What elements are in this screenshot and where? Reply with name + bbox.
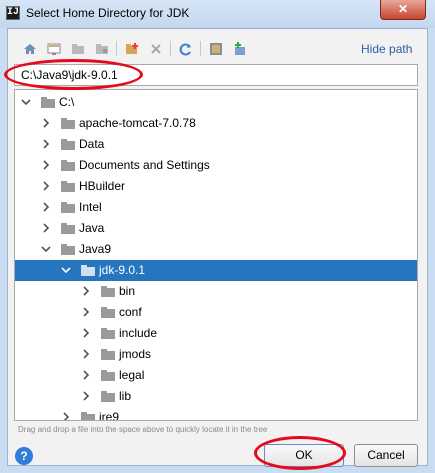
chevron-right-icon[interactable] (41, 181, 51, 191)
chevron-right-icon[interactable] (81, 349, 91, 359)
folder-icon (61, 139, 75, 150)
desktop-icon[interactable] (44, 40, 64, 58)
tree-item-label: jre9 (99, 410, 120, 421)
tree-item[interactable]: bin (15, 281, 417, 302)
hide-path-link[interactable]: Hide path (361, 42, 412, 56)
folder-icon (61, 118, 75, 129)
tree-item-label: Documents and Settings (79, 158, 210, 172)
folder-icon (101, 328, 115, 339)
new-folder-icon[interactable] (122, 40, 142, 58)
tree-item-label: include (119, 326, 158, 340)
tree-item[interactable]: legal (15, 365, 417, 386)
tree-item[interactable]: lib (15, 386, 417, 407)
toolbar-separator (116, 41, 117, 56)
drive-icon (41, 97, 55, 108)
tree-item-label: lib (119, 389, 132, 403)
chevron-right-icon[interactable] (41, 139, 51, 149)
drag-drop-hint: Drag and drop a file into the space abov… (18, 425, 268, 434)
folder-icon (101, 286, 115, 297)
folder-icon (101, 307, 115, 318)
tree-item[interactable]: conf (15, 302, 417, 323)
path-input[interactable]: C:\Java9\jdk-9.0.1 (14, 64, 418, 86)
tree-item-label: jdk-9.0.1 (99, 263, 146, 277)
tree-item[interactable]: jmods (15, 344, 417, 365)
project-icon[interactable] (68, 40, 88, 58)
tree-root[interactable]: C:\ (15, 92, 417, 113)
tree-item[interactable]: apache-tomcat-7.0.78 (15, 113, 417, 134)
folder-icon (81, 412, 95, 420)
chevron-down-icon[interactable] (61, 265, 71, 275)
chevron-right-icon[interactable] (81, 328, 91, 338)
chevron-right-icon[interactable] (81, 286, 91, 296)
cancel-button[interactable]: Cancel (354, 444, 418, 467)
chevron-right-icon[interactable] (41, 223, 51, 233)
tree-item[interactable]: include (15, 323, 417, 344)
directory-tree[interactable]: C:\ apache-tomcat-7.0.78 Data Documents an… (14, 89, 418, 421)
tree-item-label: legal (119, 368, 145, 382)
close-button[interactable]: ✕ (380, 0, 426, 20)
module-icon[interactable] (92, 40, 112, 58)
refresh-icon[interactable] (176, 40, 196, 58)
help-icon[interactable]: ? (15, 447, 33, 465)
chevron-right-icon[interactable] (41, 202, 51, 212)
tree-item[interactable]: jre9 (15, 407, 417, 421)
tree-item[interactable]: jdk-9.0.1 (15, 260, 417, 281)
tree-item-label: HBuilder (79, 179, 126, 193)
chevron-right-icon[interactable] (41, 118, 51, 128)
chevron-down-icon[interactable] (41, 244, 51, 254)
window-title: Select Home Directory for JDK (26, 6, 190, 20)
title-bar: IJ Select Home Directory for JDK ✕ (0, 0, 435, 28)
tree-item[interactable]: Java9 (15, 239, 417, 260)
tree-item[interactable]: Java (15, 218, 417, 239)
tree-item-label: jmods (119, 347, 152, 361)
folder-icon (81, 265, 95, 276)
chevron-right-icon[interactable] (81, 391, 91, 401)
home-icon[interactable] (20, 40, 40, 58)
folder-icon (101, 349, 115, 360)
tree-item-label: conf (119, 305, 142, 319)
chevron-right-icon[interactable] (61, 412, 71, 421)
tree-item-label: bin (119, 284, 136, 298)
folder-icon (61, 244, 75, 255)
chevron-down-icon[interactable] (21, 97, 31, 107)
tree-item[interactable]: Data (15, 134, 417, 155)
show-hidden-icon[interactable] (206, 40, 226, 58)
folder-icon (101, 370, 115, 381)
dialog-body: Hide path C:\Java9\jdk-9.0.1 C:\ apache-… (7, 28, 428, 467)
folder-icon (61, 202, 75, 213)
folder-icon (61, 160, 75, 171)
chevron-right-icon[interactable] (41, 160, 51, 170)
tree-item[interactable]: Intel (15, 197, 417, 218)
chevron-right-icon[interactable] (81, 307, 91, 317)
chevron-right-icon[interactable] (81, 370, 91, 380)
ok-button[interactable]: OK (264, 444, 344, 467)
new-file-icon[interactable] (230, 40, 250, 58)
folder-icon (61, 223, 75, 234)
tree-item-label: Intel (79, 200, 102, 214)
intellij-icon: IJ (6, 6, 20, 20)
tree-item-label: Data (79, 137, 105, 151)
toolbar-separator (170, 41, 171, 56)
delete-icon[interactable] (146, 40, 166, 58)
tree-item-label: Java (79, 221, 105, 235)
tree-item[interactable]: Documents and Settings (15, 155, 417, 176)
toolbar-separator (200, 41, 201, 56)
tree-item-label: apache-tomcat-7.0.78 (79, 116, 196, 130)
tree-root-label: C:\ (59, 95, 75, 109)
tree-item[interactable]: HBuilder (15, 176, 417, 197)
folder-icon (61, 181, 75, 192)
tree-item-label: Java9 (79, 242, 112, 256)
folder-icon (101, 391, 115, 402)
